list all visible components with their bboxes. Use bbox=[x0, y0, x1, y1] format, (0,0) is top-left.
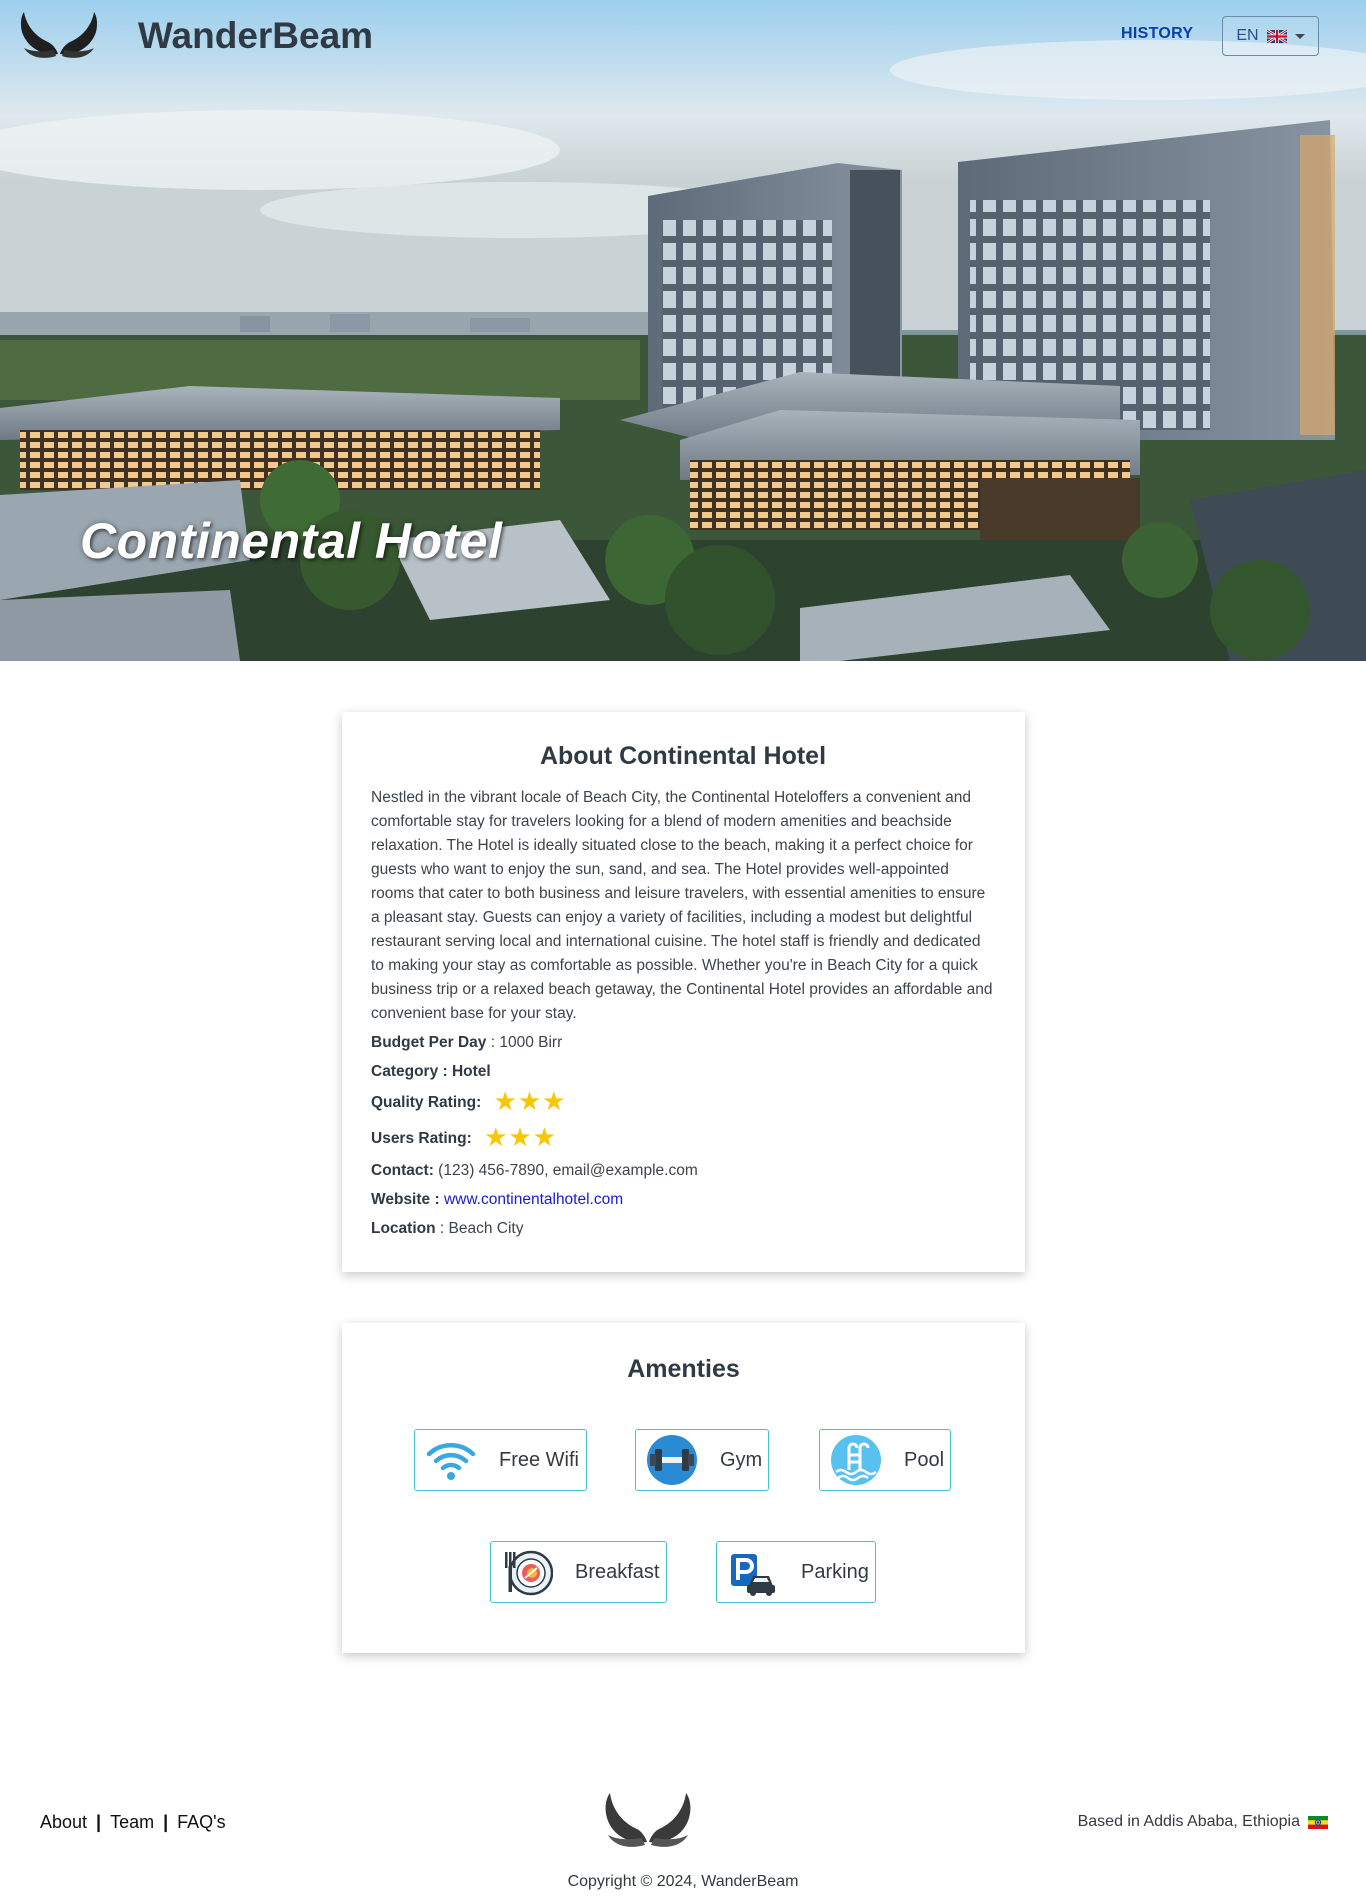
dumbbell-icon bbox=[647, 1435, 697, 1485]
footer-link-about[interactable]: About bbox=[40, 1812, 87, 1832]
footer-location: Based in Addis Ababa, Ethiopia bbox=[1078, 1813, 1328, 1831]
location-value: : Beach City bbox=[439, 1220, 524, 1237]
brand-name: WanderBeam bbox=[138, 15, 374, 56]
uk-flag-icon bbox=[1266, 29, 1287, 43]
star-icon: ★ bbox=[517, 1086, 543, 1116]
location-label: Location bbox=[371, 1220, 436, 1237]
star-icon: ★ bbox=[542, 1086, 567, 1116]
amenity-free-wifi: Free Wifi bbox=[414, 1429, 587, 1491]
quality-rating-label: Quality Rating: bbox=[371, 1094, 482, 1111]
about-card: About Continental Hotel Nestled in the v… bbox=[342, 712, 1025, 1272]
brand-link[interactable]: WanderBeam bbox=[18, 10, 373, 62]
footer-separator: | bbox=[96, 1812, 102, 1832]
hotel-name-title: Continental Hotel bbox=[80, 513, 503, 569]
contact-value: (123) 456-7890, email@example.com bbox=[438, 1162, 698, 1179]
about-heading: About Continental Hotel bbox=[539, 742, 827, 770]
parking-icon bbox=[731, 1554, 775, 1596]
category-row: Category : Hotel bbox=[371, 1060, 995, 1084]
footer-separator: | bbox=[163, 1812, 169, 1832]
amenity-label: Breakfast bbox=[575, 1560, 660, 1583]
footer-link-faqs[interactable]: FAQ's bbox=[177, 1812, 225, 1832]
amenity-label: Gym bbox=[720, 1448, 763, 1471]
amenity-pool: Pool bbox=[819, 1429, 951, 1491]
based-in-text: Based in Addis Ababa, Ethiopia bbox=[1077, 1813, 1300, 1830]
copyright-text: Copyright © 2024, WanderBeam bbox=[567, 1873, 799, 1890]
amenity-parking: Parking bbox=[716, 1541, 876, 1603]
navbar: WanderBeam HISTORY EN bbox=[0, 0, 1366, 72]
star-icon: ★ bbox=[508, 1122, 533, 1152]
category-label: Category : Hotel bbox=[371, 1063, 491, 1080]
language-label: EN bbox=[1236, 27, 1259, 44]
amenity-breakfast: Breakfast bbox=[490, 1541, 667, 1603]
website-label: Website : bbox=[371, 1191, 440, 1208]
star-icon: ★ bbox=[493, 1086, 518, 1116]
budget-row: Budget Per Day : 1000 Birr bbox=[371, 1031, 995, 1055]
budget-value: : 1000 Birr bbox=[490, 1034, 563, 1051]
language-dropdown[interactable]: EN bbox=[1222, 16, 1319, 56]
quality-rating-stars: ★★★ bbox=[494, 1086, 567, 1116]
users-rating-label: Users Rating: bbox=[371, 1130, 472, 1147]
location-row: Location : Beach City bbox=[371, 1217, 995, 1241]
breakfast-plate-icon bbox=[505, 1550, 553, 1596]
users-rating-row: Users Rating: ★★★ bbox=[371, 1120, 995, 1156]
ethiopia-flag-icon bbox=[1308, 1815, 1328, 1829]
contact-row: Contact: (123) 456-7890, email@example.c… bbox=[371, 1159, 995, 1183]
star-icon: ★ bbox=[484, 1122, 509, 1152]
hero-banner: Continental Hotel bbox=[0, 0, 1366, 661]
website-row: Website : www.continentalhotel.com bbox=[371, 1188, 995, 1212]
budget-label: Budget Per Day bbox=[371, 1034, 487, 1051]
pool-ladder-icon bbox=[831, 1435, 881, 1485]
wings-logo-icon bbox=[20, 12, 98, 58]
about-description: Nestled in the vibrant locale of Beach C… bbox=[371, 789, 993, 1022]
star-icon: ★ bbox=[532, 1122, 558, 1152]
website-link[interactable]: www.continentalhotel.com bbox=[444, 1191, 623, 1208]
amenities-card: Amenties Free Wifi Gym Pool Breakfast Pa… bbox=[342, 1323, 1025, 1653]
quality-rating-row: Quality Rating: ★★★ bbox=[371, 1084, 995, 1120]
wifi-icon bbox=[426, 1443, 476, 1480]
footer-nav: About | Team | FAQ's bbox=[40, 1812, 226, 1833]
footer-link-team[interactable]: Team bbox=[110, 1812, 154, 1832]
amenity-gym: Gym bbox=[635, 1429, 769, 1491]
contact-label: Contact: bbox=[371, 1162, 434, 1179]
history-link[interactable]: HISTORY bbox=[1121, 25, 1193, 43]
wings-logo-icon bbox=[605, 1793, 691, 1847]
amenity-label: Free Wifi bbox=[499, 1448, 579, 1471]
amenity-label: Pool bbox=[904, 1448, 945, 1471]
amenity-label: Parking bbox=[801, 1560, 869, 1583]
chevron-down-icon bbox=[1294, 33, 1305, 39]
users-rating-stars: ★★★ bbox=[484, 1122, 557, 1152]
